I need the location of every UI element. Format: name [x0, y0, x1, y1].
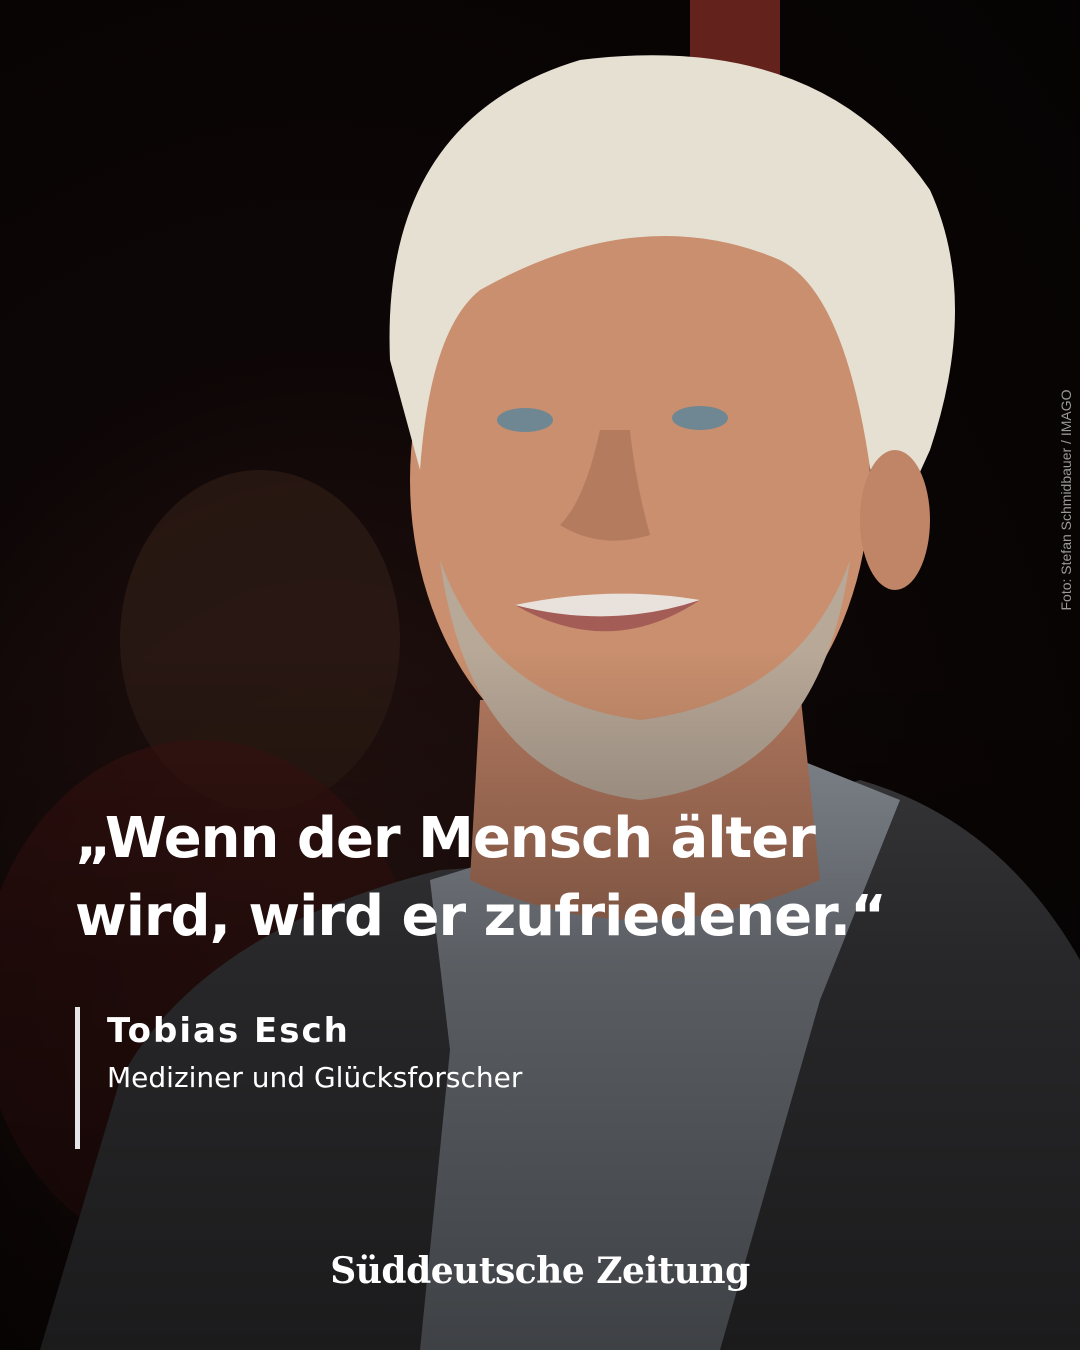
ear: [860, 450, 930, 590]
attribution-block: Tobias Esch Mediziner und Glücksforscher: [75, 1007, 775, 1149]
bottom-gradient: [0, 650, 1080, 1350]
author-name: Tobias Esch: [107, 1011, 350, 1051]
left-eye: [497, 408, 553, 432]
author-role: Mediziner und Glücksforscher: [107, 1061, 523, 1094]
quote-line-2: wird, wird er zufriedener.“: [75, 884, 887, 949]
photo-credit: Foto: Stefan Schmidbauer / IMAGO: [1058, 389, 1074, 611]
quote-text: „Wenn der Mensch älter wird, wird er zuf…: [75, 800, 975, 956]
quote-line-1: „Wenn der Mensch älter: [75, 806, 816, 871]
publisher-logo: Süddeutsche Zeitung: [330, 1250, 750, 1292]
right-eye: [672, 406, 728, 430]
quote-card: „Wenn der Mensch älter wird, wird er zuf…: [0, 0, 1080, 1350]
